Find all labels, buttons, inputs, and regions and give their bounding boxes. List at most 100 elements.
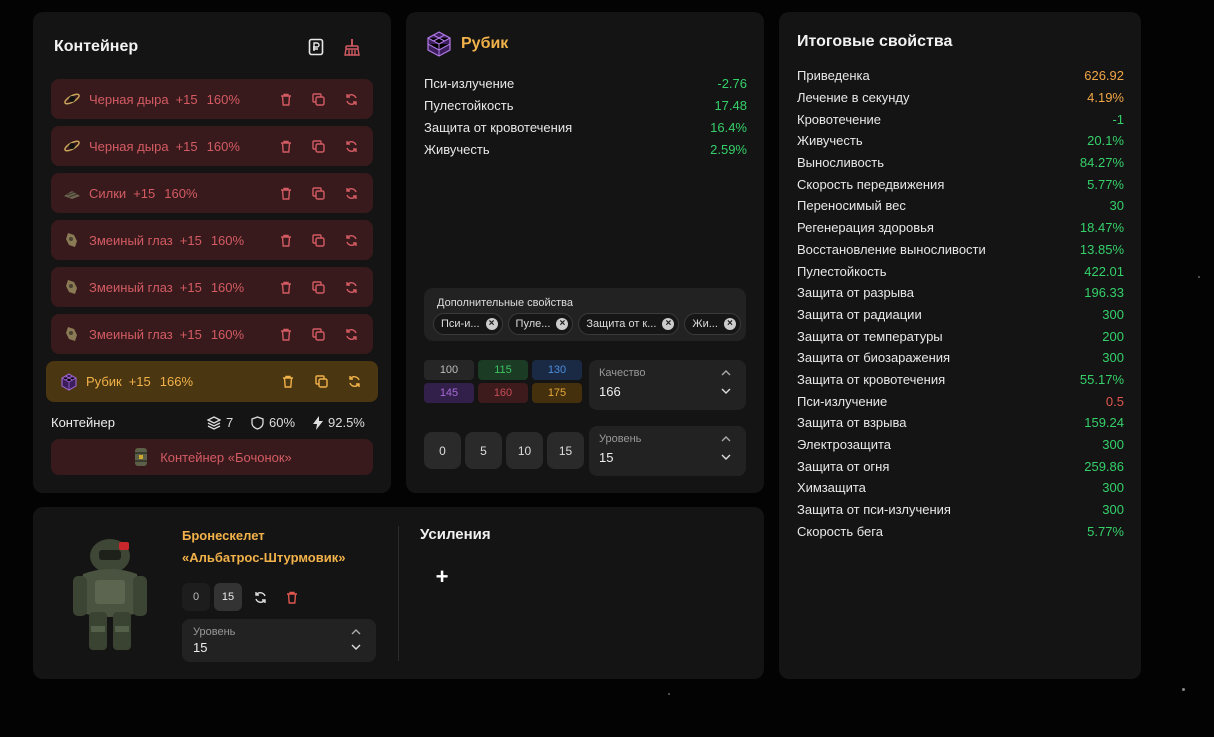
- chip-remove-icon[interactable]: ×: [662, 318, 675, 330]
- artifact-row[interactable]: Черная дыра +15 160%: [51, 79, 373, 119]
- quality-preset-button[interactable]: 130: [532, 360, 582, 380]
- summary-row: Скорость бега 5.77%: [797, 520, 1124, 542]
- summary-row: Кровотечение -1: [797, 108, 1124, 130]
- quality-preset-button[interactable]: 100: [424, 360, 474, 380]
- summary-row-name: Защита от разрыва: [797, 285, 915, 301]
- trash-icon[interactable]: [278, 583, 306, 611]
- artifact-name: Рубик: [86, 374, 122, 389]
- divider: [398, 526, 399, 661]
- chip-remove-icon[interactable]: ×: [723, 318, 736, 330]
- quality-preset-button[interactable]: 145: [424, 383, 474, 403]
- copy-icon[interactable]: [310, 279, 326, 295]
- level-preset-button[interactable]: 15: [547, 432, 584, 469]
- artifact-percent: 160%: [210, 232, 245, 248]
- armor-controls: 0 15: [182, 583, 310, 611]
- refresh-icon[interactable]: [246, 583, 274, 611]
- artifact-row-selected[interactable]: Рубик +15 166%: [46, 361, 378, 402]
- chip-remove-icon[interactable]: ×: [556, 318, 569, 330]
- chevron-up-icon[interactable]: [720, 368, 732, 378]
- ruble-icon[interactable]: [307, 38, 325, 56]
- refresh-icon[interactable]: [343, 185, 359, 201]
- copy-icon[interactable]: [310, 326, 326, 342]
- artifact-row[interactable]: Силки +15 160%: [51, 173, 373, 213]
- trash-icon[interactable]: [280, 373, 296, 389]
- quality-preset-button[interactable]: 160: [478, 383, 528, 403]
- broom-icon[interactable]: [343, 38, 361, 56]
- summary-row-name: Защита от радиации: [797, 306, 922, 322]
- property-chip[interactable]: Жи... ×: [684, 313, 741, 335]
- layers-icon: [207, 415, 221, 430]
- snake-eye-icon: [63, 278, 81, 296]
- level-preset-button[interactable]: 0: [424, 432, 461, 469]
- summary-row-value: 300: [1102, 480, 1124, 496]
- refresh-icon[interactable]: [343, 138, 359, 154]
- copy-icon[interactable]: [310, 138, 326, 154]
- quality-preset-button[interactable]: 175: [532, 383, 582, 403]
- artifact-row[interactable]: Змеиный глаз +15 160%: [51, 220, 373, 260]
- artifact-name: Черная дыра: [89, 138, 169, 154]
- rubik-icon: [427, 31, 451, 57]
- trash-icon[interactable]: [278, 91, 294, 107]
- chevron-down-icon[interactable]: [350, 642, 362, 652]
- copy-icon[interactable]: [310, 91, 326, 107]
- trash-icon[interactable]: [278, 232, 294, 248]
- copy-icon[interactable]: [313, 373, 329, 389]
- refresh-icon[interactable]: [343, 279, 359, 295]
- snare-icon: [63, 184, 81, 202]
- trash-icon[interactable]: [278, 279, 294, 295]
- container-select-button[interactable]: Контейнер «Бочонок»: [51, 439, 373, 475]
- property-name: Защита от кровотечения: [424, 119, 573, 135]
- property-chip[interactable]: Пси-и... ×: [433, 313, 503, 335]
- summary-row-name: Восстановление выносливости: [797, 241, 986, 257]
- refresh-icon[interactable]: [346, 373, 362, 389]
- chevron-up-icon[interactable]: [350, 627, 362, 637]
- slots-stat: 7: [207, 415, 233, 430]
- container-footer: Контейнер 7 60% 92.5%: [51, 415, 373, 433]
- summary-row-value: -1: [1112, 111, 1124, 127]
- chip-remove-icon[interactable]: ×: [485, 318, 498, 330]
- refresh-icon[interactable]: [343, 232, 359, 248]
- level-preset-button[interactable]: 5: [465, 432, 502, 469]
- chevron-down-icon[interactable]: [720, 386, 732, 396]
- refresh-icon[interactable]: [343, 91, 359, 107]
- quality-presets: 100 115 130 145 160 175: [424, 360, 582, 403]
- artifact-row[interactable]: Черная дыра +15 160%: [51, 126, 373, 166]
- artifact-row[interactable]: Змеиный глаз +15 160%: [51, 267, 373, 307]
- artifact-level: +15: [175, 138, 198, 154]
- snake-eye-icon: [63, 325, 81, 343]
- armor-level-max-button[interactable]: 15: [214, 583, 242, 611]
- property-chip[interactable]: Пуле... ×: [507, 313, 574, 335]
- summary-row: Живучесть 20.1%: [797, 130, 1124, 152]
- summary-row: Восстановление выносливости 13.85%: [797, 239, 1124, 261]
- copy-icon[interactable]: [310, 185, 326, 201]
- armor-name-line1: Бронескелет: [182, 528, 265, 543]
- extra-properties-select[interactable]: Дополнительные свойства Пси-и... × Пуле..…: [424, 288, 746, 341]
- boosts-title: Усиления: [420, 526, 491, 543]
- summary-row: Защита от пси-излучения 300: [797, 499, 1124, 521]
- artifact-level: +15: [133, 185, 156, 201]
- armor-level-stepper[interactable]: Уровень 15: [182, 619, 376, 662]
- trash-icon[interactable]: [278, 185, 294, 201]
- trash-icon[interactable]: [278, 138, 294, 154]
- property-chip[interactable]: Защита от к... ×: [578, 313, 680, 335]
- chevron-down-icon[interactable]: [720, 452, 732, 462]
- artifact-header: Рубик: [426, 31, 508, 57]
- summary-row: Защита от огня 259.86: [797, 455, 1124, 477]
- level-preset-button[interactable]: 10: [506, 432, 543, 469]
- quality-preset-button[interactable]: 115: [478, 360, 528, 380]
- artifact-name: Змеиный глаз: [89, 326, 173, 342]
- level-stepper[interactable]: Уровень 15: [589, 426, 746, 476]
- add-boost-button[interactable]: +: [431, 564, 453, 589]
- artifact-row[interactable]: Змеиный глаз +15 160%: [51, 314, 373, 354]
- summary-row: Пси-излучение 0.5: [797, 390, 1124, 412]
- refresh-icon[interactable]: [343, 326, 359, 342]
- quality-stepper[interactable]: Качество 166: [589, 360, 746, 410]
- container-panel: Контейнер Черная дыра +15 160% Черная ды…: [33, 12, 391, 493]
- armor-level-min-button[interactable]: 0: [182, 583, 210, 611]
- trash-icon[interactable]: [278, 326, 294, 342]
- summary-row: Электрозащита 300: [797, 434, 1124, 456]
- chevron-up-icon[interactable]: [720, 434, 732, 444]
- property-value: -2.76: [717, 75, 747, 91]
- chip-label: Жи...: [692, 318, 718, 330]
- copy-icon[interactable]: [310, 232, 326, 248]
